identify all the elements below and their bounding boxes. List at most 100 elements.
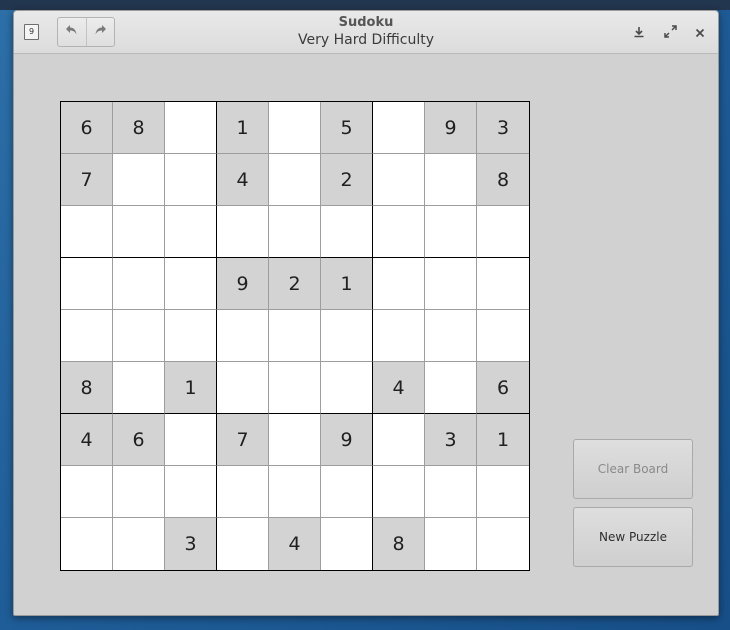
sudoku-cell[interactable]: 9 [217, 258, 269, 310]
sudoku-cell[interactable] [217, 362, 269, 414]
sudoku-cell[interactable] [113, 258, 165, 310]
sudoku-cell[interactable] [477, 206, 529, 258]
sudoku-cell[interactable] [61, 518, 113, 570]
sudoku-cell[interactable] [165, 310, 217, 362]
sudoku-cell[interactable]: 5 [321, 102, 373, 154]
sudoku-cell[interactable] [269, 466, 321, 518]
sudoku-cell[interactable]: 6 [477, 362, 529, 414]
sudoku-cell[interactable] [165, 414, 217, 466]
window-subtitle: Very Hard Difficulty [298, 32, 434, 48]
maximize-button[interactable] [662, 24, 678, 40]
sudoku-cell[interactable] [217, 206, 269, 258]
sudoku-cell[interactable] [61, 310, 113, 362]
sudoku-cell[interactable]: 7 [217, 414, 269, 466]
sudoku-cell[interactable]: 3 [477, 102, 529, 154]
sudoku-cell[interactable]: 3 [425, 414, 477, 466]
sudoku-cell[interactable] [425, 466, 477, 518]
sudoku-app-icon: 9 [24, 24, 39, 40]
sudoku-cell[interactable] [373, 310, 425, 362]
sudoku-cell[interactable] [425, 362, 477, 414]
sudoku-cell[interactable] [269, 414, 321, 466]
redo-icon [92, 22, 108, 42]
history-buttons [57, 17, 115, 47]
sudoku-cell[interactable] [373, 206, 425, 258]
new-puzzle-button[interactable]: New Puzzle [573, 507, 693, 567]
sudoku-cell[interactable] [425, 258, 477, 310]
sudoku-cell[interactable] [217, 310, 269, 362]
sudoku-cell[interactable] [61, 206, 113, 258]
sudoku-cell[interactable] [165, 258, 217, 310]
sudoku-cell[interactable]: 4 [269, 518, 321, 570]
desktop-panel [0, 0, 730, 10]
sudoku-cell[interactable] [217, 518, 269, 570]
sudoku-cell[interactable]: 4 [373, 362, 425, 414]
sudoku-cell[interactable]: 1 [477, 414, 529, 466]
sudoku-cell[interactable] [321, 206, 373, 258]
undo-icon [64, 22, 80, 42]
sudoku-cell[interactable] [113, 206, 165, 258]
sudoku-cell[interactable] [321, 310, 373, 362]
sudoku-cell[interactable] [113, 310, 165, 362]
sudoku-cell[interactable] [321, 466, 373, 518]
sudoku-cell[interactable]: 4 [217, 154, 269, 206]
sudoku-cell[interactable] [165, 466, 217, 518]
sudoku-cell[interactable] [61, 466, 113, 518]
sudoku-cell[interactable]: 4 [61, 414, 113, 466]
sudoku-cell[interactable] [269, 206, 321, 258]
sudoku-cell[interactable] [113, 518, 165, 570]
maximize-icon [663, 23, 677, 42]
close-button[interactable] [692, 24, 708, 40]
sudoku-cell[interactable]: 9 [321, 414, 373, 466]
sudoku-cell[interactable] [373, 466, 425, 518]
sudoku-cell[interactable] [373, 258, 425, 310]
sudoku-cell[interactable] [373, 102, 425, 154]
close-icon [695, 23, 705, 42]
sudoku-cell[interactable] [477, 310, 529, 362]
sudoku-cell[interactable] [165, 154, 217, 206]
sudoku-cell[interactable] [217, 466, 269, 518]
sudoku-cell[interactable] [269, 102, 321, 154]
sudoku-cell[interactable] [425, 154, 477, 206]
sudoku-cell[interactable]: 1 [165, 362, 217, 414]
sudoku-cell[interactable] [321, 362, 373, 414]
sudoku-cell[interactable] [61, 258, 113, 310]
sudoku-cell[interactable] [269, 362, 321, 414]
sudoku-cell[interactable] [269, 310, 321, 362]
sudoku-cell[interactable] [113, 362, 165, 414]
sudoku-cell[interactable] [373, 154, 425, 206]
download-button[interactable] [631, 24, 647, 40]
sudoku-cell[interactable] [269, 154, 321, 206]
sudoku-cell[interactable]: 1 [217, 102, 269, 154]
title-bar: 9 Sudoku Very Hard Difficulty [14, 11, 718, 54]
sudoku-cell[interactable]: 6 [113, 414, 165, 466]
sudoku-cell[interactable] [165, 206, 217, 258]
sudoku-cell[interactable]: 3 [165, 518, 217, 570]
sudoku-cell[interactable]: 2 [269, 258, 321, 310]
sudoku-board: 68159374289218146467931348 [60, 101, 530, 571]
sudoku-cell[interactable] [425, 310, 477, 362]
sudoku-cell[interactable] [113, 466, 165, 518]
sudoku-cell[interactable] [165, 102, 217, 154]
sudoku-cell[interactable] [477, 518, 529, 570]
sudoku-cell[interactable] [113, 154, 165, 206]
sudoku-cell[interactable] [425, 518, 477, 570]
sudoku-cell[interactable]: 8 [61, 362, 113, 414]
sudoku-cell[interactable] [477, 258, 529, 310]
sudoku-cell[interactable] [321, 518, 373, 570]
sudoku-cell[interactable]: 8 [373, 518, 425, 570]
sudoku-cell[interactable]: 1 [321, 258, 373, 310]
sudoku-cell[interactable]: 8 [477, 154, 529, 206]
window-titles: Sudoku Very Hard Difficulty [214, 15, 518, 49]
redo-button[interactable] [86, 18, 114, 46]
undo-button[interactable] [58, 18, 87, 46]
sudoku-cell[interactable]: 2 [321, 154, 373, 206]
clear-board-button[interactable]: Clear Board [573, 439, 693, 499]
sudoku-cell[interactable] [425, 206, 477, 258]
sudoku-window: 9 Sudoku Very Hard Difficulty 6 8 1 5 9 … [13, 10, 719, 616]
sudoku-cell[interactable]: 9 [425, 102, 477, 154]
sudoku-cell[interactable]: 7 [61, 154, 113, 206]
sudoku-cell[interactable] [373, 414, 425, 466]
sudoku-cell[interactable] [477, 466, 529, 518]
sudoku-cell[interactable]: 8 [113, 102, 165, 154]
sudoku-cell[interactable]: 6 [61, 102, 113, 154]
